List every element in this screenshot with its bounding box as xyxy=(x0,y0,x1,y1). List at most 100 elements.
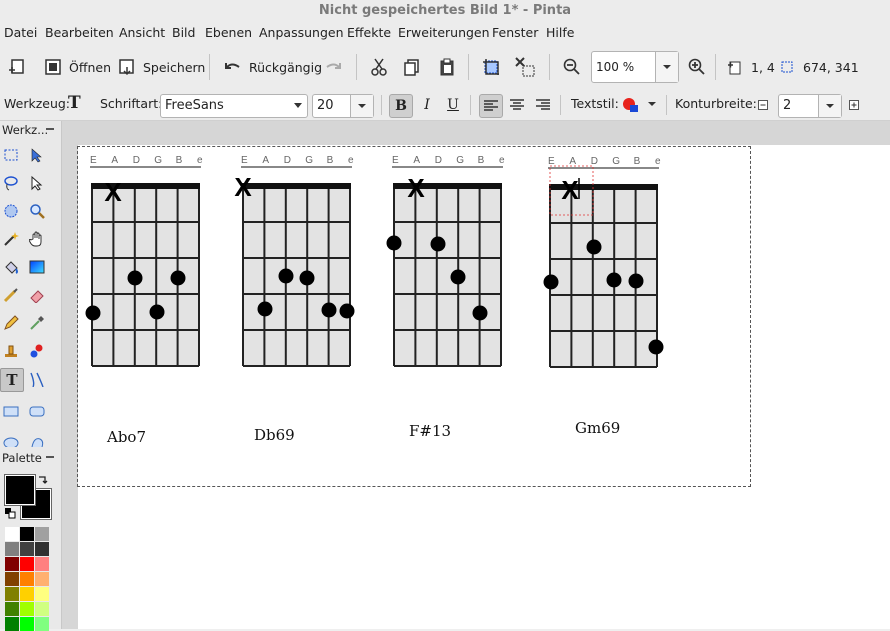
eraser-tool[interactable] xyxy=(26,284,48,306)
chord-name: F#13 xyxy=(409,422,452,440)
zoom-in-button[interactable] xyxy=(686,54,708,80)
outline-width-value: 2 xyxy=(783,98,792,113)
hand-icon xyxy=(29,231,42,247)
cursor-position-value: 1, 4 xyxy=(751,59,775,75)
menu-bild[interactable]: Bild xyxy=(172,25,195,40)
rectangle-tool[interactable] xyxy=(0,400,22,422)
palette-color-swatch[interactable] xyxy=(20,572,34,586)
undo-button[interactable]: Rückgängig xyxy=(222,54,322,80)
outline-increase-button[interactable] xyxy=(847,94,861,116)
palette-color-swatch[interactable] xyxy=(20,557,34,571)
palette-panel-title: Palette xyxy=(2,451,42,465)
clone-stamp-tool[interactable] xyxy=(0,340,22,362)
move-selected-tool[interactable] xyxy=(26,144,48,166)
panel-menu-icon[interactable] xyxy=(44,454,56,462)
line-curve-tool[interactable] xyxy=(26,368,48,390)
color-picker-tool[interactable] xyxy=(26,312,48,334)
paintbrush-icon xyxy=(3,288,18,303)
lasso-select-tool[interactable] xyxy=(0,172,22,194)
freeform-shape-tool[interactable] xyxy=(26,428,48,450)
textstyle-label: Textstil: xyxy=(571,96,619,111)
pencil-tool[interactable] xyxy=(0,312,22,334)
pan-tool[interactable] xyxy=(26,228,48,250)
panel-menu-icon[interactable] xyxy=(44,126,56,134)
redo-button[interactable] xyxy=(322,54,344,80)
font-size-value: 20 xyxy=(317,98,334,113)
palette-color-swatch[interactable] xyxy=(35,557,49,571)
move-selection-tool[interactable] xyxy=(26,172,48,194)
font-select[interactable]: FreeSans xyxy=(160,94,308,118)
zoom-out-button[interactable] xyxy=(561,54,583,80)
rounded-rectangle-tool[interactable] xyxy=(26,400,48,422)
copy-button[interactable] xyxy=(401,54,423,80)
ellipse-select-tool[interactable] xyxy=(0,200,22,222)
gradient-tool[interactable] xyxy=(26,256,48,278)
palette-color-swatch[interactable] xyxy=(35,572,49,586)
palette-color-swatch[interactable] xyxy=(35,527,49,541)
menu-bearbeiten[interactable]: Bearbeiten xyxy=(45,25,114,40)
text-tool[interactable]: T xyxy=(0,368,24,392)
outline-width-dropdown[interactable] xyxy=(818,95,841,117)
align-center-button[interactable] xyxy=(506,94,528,116)
font-size-dropdown[interactable] xyxy=(350,95,373,117)
palette-color-swatch[interactable] xyxy=(5,527,19,541)
paste-button[interactable] xyxy=(436,54,458,80)
menu-hilfe[interactable]: Hilfe xyxy=(546,25,574,40)
outline-decrease-button[interactable] xyxy=(756,94,770,116)
magic-wand-tool[interactable] xyxy=(0,228,22,250)
open-icon xyxy=(42,56,64,78)
palette-color-swatch[interactable] xyxy=(20,542,34,556)
menu-ebenen[interactable]: Ebenen xyxy=(205,25,252,40)
ellipse-tool[interactable] xyxy=(0,428,22,450)
align-center-icon xyxy=(510,99,524,110)
menu-ansicht[interactable]: Ansicht xyxy=(119,25,165,40)
italic-button[interactable]: I xyxy=(416,94,438,116)
rectangle-select-tool[interactable] xyxy=(0,144,22,166)
palette-color-swatch[interactable] xyxy=(5,602,19,616)
text-tool-icon: T xyxy=(6,371,18,389)
font-size-combo[interactable]: 20 xyxy=(312,94,374,118)
palette-color-swatch[interactable] xyxy=(35,602,49,616)
palette-color-swatch[interactable] xyxy=(5,587,19,601)
swap-colors-icon[interactable] xyxy=(37,475,49,487)
selection-size-icon xyxy=(776,56,798,78)
palette-color-swatch[interactable] xyxy=(20,527,34,541)
reset-colors-icon[interactable] xyxy=(4,507,16,519)
magnifier-icon xyxy=(30,204,45,219)
stamp-icon xyxy=(5,345,17,357)
recolor-tool[interactable] xyxy=(26,340,48,362)
menu-anpassungen[interactable]: Anpassungen xyxy=(259,25,344,40)
separator xyxy=(666,95,667,115)
zoom-tool[interactable] xyxy=(26,200,48,222)
menu-datei[interactable]: Datei xyxy=(4,25,37,40)
outline-width-combo[interactable]: 2 xyxy=(778,94,842,118)
eyedropper-icon xyxy=(30,316,44,330)
paintbrush-tool[interactable] xyxy=(0,284,22,306)
palette-color-swatch[interactable] xyxy=(5,542,19,556)
align-left-button[interactable] xyxy=(479,94,503,118)
menu-fenster[interactable]: Fenster xyxy=(492,25,538,40)
cut-button[interactable] xyxy=(368,54,390,80)
palette-color-swatch[interactable] xyxy=(20,602,34,616)
palette-color-swatch[interactable] xyxy=(5,557,19,571)
align-right-button[interactable] xyxy=(532,94,554,116)
palette-color-swatch[interactable] xyxy=(20,587,34,601)
palette-color-swatch[interactable] xyxy=(5,572,19,586)
new-button[interactable] xyxy=(6,54,28,80)
palette-color-swatch[interactable] xyxy=(35,542,49,556)
menu-effekte[interactable]: Effekte xyxy=(347,25,391,40)
deselect-button[interactable] xyxy=(514,54,536,80)
underline-button[interactable]: U xyxy=(442,94,464,116)
tool-label: Werkzeug: xyxy=(4,96,71,111)
zoom-dropdown-button[interactable] xyxy=(655,52,678,82)
menu-erweiterungen[interactable]: Erweiterungen xyxy=(398,25,490,40)
textstyle-dropdown[interactable] xyxy=(620,94,660,116)
crop-to-selection-button[interactable] xyxy=(480,54,502,80)
palette-color-swatch[interactable] xyxy=(35,587,49,601)
zoom-combo[interactable]: 100 % xyxy=(591,51,679,83)
bold-button[interactable]: B xyxy=(389,94,413,118)
open-button[interactable]: Öffnen xyxy=(42,54,111,80)
primary-color-swatch[interactable] xyxy=(4,474,36,506)
paint-bucket-tool[interactable] xyxy=(0,256,22,278)
save-button[interactable]: Speichern xyxy=(116,54,205,80)
